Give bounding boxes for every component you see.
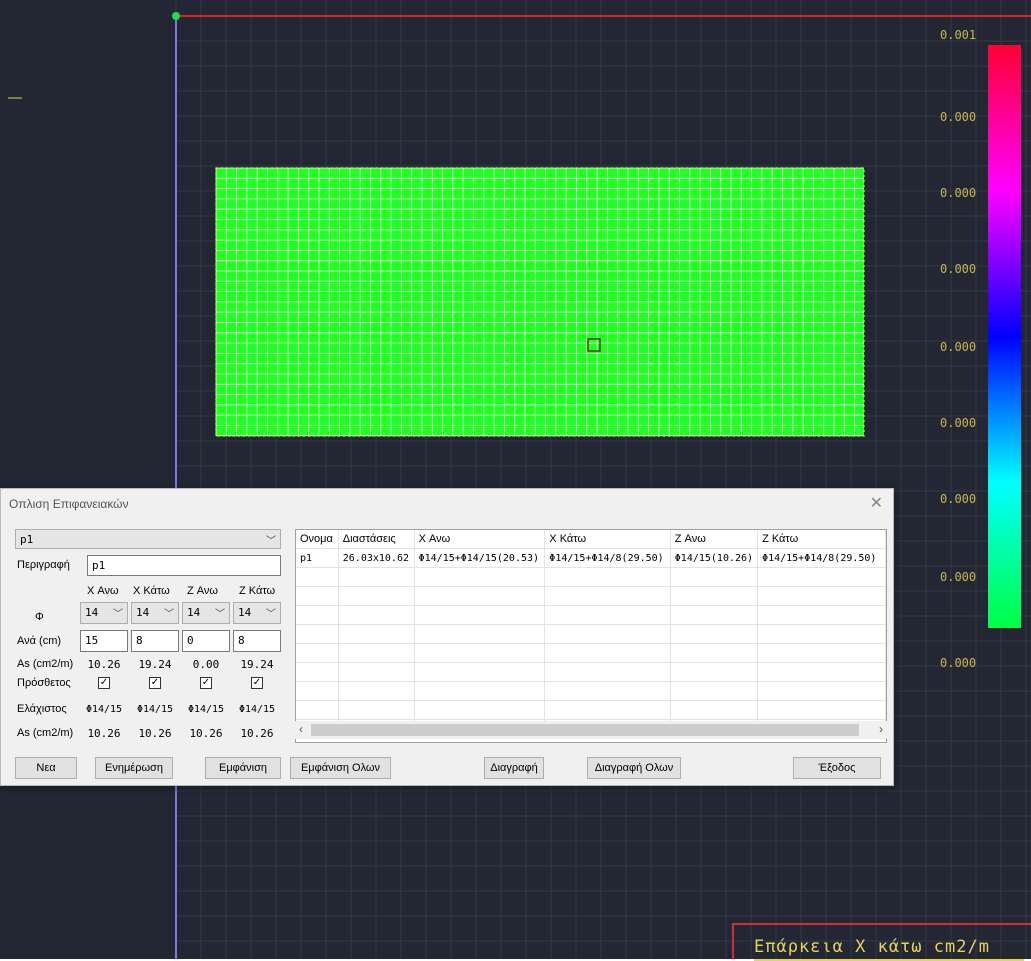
as-value-x-bottom: 19.24 bbox=[138, 658, 172, 671]
additional-checkbox-x-bottom[interactable]: ✓ bbox=[149, 677, 161, 689]
chevron-down-icon: ﹀ bbox=[164, 609, 174, 620]
new-button[interactable]: Νεα bbox=[15, 757, 77, 779]
table-header[interactable]: X Ανω bbox=[414, 530, 546, 549]
legend-label: 0.000 bbox=[940, 340, 977, 354]
table-row bbox=[296, 681, 886, 701]
legend-label: 0.000 bbox=[940, 656, 977, 670]
surface-reinforcement-dialog[interactable]: Οπλιση Επιφανειακών ✕ p1 ﹀ Περιγραφή p1 … bbox=[0, 488, 894, 786]
as-min-value-z-top: 10.26 bbox=[189, 727, 223, 740]
chevron-down-icon: ﹀ bbox=[266, 536, 276, 547]
table-row bbox=[296, 624, 886, 644]
additional-label: Πρόσθετος bbox=[17, 677, 71, 689]
spacing-label: Ανά (cm) bbox=[17, 635, 62, 647]
legend-label: 0.000 bbox=[940, 570, 977, 584]
as-min-label: As (cm2/m) bbox=[17, 727, 74, 739]
scroll-right-icon[interactable]: › bbox=[879, 722, 883, 736]
phi-select-z-bottom[interactable]: 14 ﹀ bbox=[233, 602, 281, 624]
additional-checkbox-z-bottom[interactable]: ✓ bbox=[251, 677, 263, 689]
result-caption: Επάρκεια X κάτω cm2/m bbox=[754, 937, 990, 957]
as-min-value-x-top: 10.26 bbox=[87, 727, 121, 740]
surface-mesh[interactable] bbox=[215, 167, 865, 437]
phi-value: 14 bbox=[136, 606, 150, 619]
close-icon[interactable]: ✕ bbox=[870, 493, 883, 513]
legend-label: 0.000 bbox=[940, 492, 977, 506]
legend-label: 0.000 bbox=[940, 262, 977, 276]
phi-select-x-top[interactable]: 14 ﹀ bbox=[80, 602, 128, 624]
table-cell: 26.03x10.62 bbox=[338, 548, 415, 568]
col-header-x-top: X Ανω bbox=[87, 585, 119, 597]
as-min-value-x-bottom: 10.26 bbox=[138, 727, 172, 740]
legend-label: 0.000 bbox=[940, 110, 977, 124]
spacing-input-x-top[interactable]: 15 bbox=[80, 630, 128, 652]
spacing-input-z-top[interactable]: 0 bbox=[182, 630, 230, 652]
additional-checkbox-x-top[interactable]: ✓ bbox=[98, 677, 110, 689]
phi-label: Φ bbox=[35, 611, 44, 623]
update-button[interactable]: Ενημέρωση bbox=[95, 757, 173, 779]
phi-value: 14 bbox=[187, 606, 201, 619]
delete-button[interactable]: Διαγραφή bbox=[484, 757, 544, 779]
as-value-z-top: 0.00 bbox=[192, 658, 220, 671]
chevron-down-icon: ﹀ bbox=[113, 609, 123, 620]
spacing-input-z-bottom[interactable]: 8 bbox=[233, 630, 281, 652]
phi-select-x-bottom[interactable]: 14 ﹀ bbox=[131, 602, 179, 624]
surface-selector-value: p1 bbox=[20, 533, 34, 546]
table-row bbox=[296, 700, 886, 720]
table-row bbox=[296, 586, 886, 606]
phi-select-z-top[interactable]: 14 ﹀ bbox=[182, 602, 230, 624]
minimum-value-x-top: Φ14/15 bbox=[85, 704, 123, 715]
description-label: Περιγραφή bbox=[17, 559, 70, 571]
minimum-label: Ελάχιστος bbox=[17, 703, 67, 715]
horizontal-scrollbar[interactable]: ‹ › bbox=[295, 721, 887, 739]
table-header[interactable]: Διαστάσεις bbox=[338, 530, 415, 549]
table-header-row: Ονομα Διαστάσεις X Ανω X Κάτω Z Ανω Z Κά… bbox=[296, 530, 886, 549]
legend-label: 0.000 bbox=[940, 416, 977, 430]
surface-selector[interactable]: p1 ﹀ bbox=[15, 529, 281, 549]
table-cell: Φ14/15(10.26) bbox=[670, 548, 759, 568]
phi-value: 14 bbox=[85, 606, 99, 619]
chevron-down-icon: ﹀ bbox=[215, 609, 225, 620]
minimum-value-x-bottom: Φ14/15 bbox=[136, 704, 174, 715]
scroll-left-icon[interactable]: ‹ bbox=[299, 722, 303, 736]
table-cell: Φ14/15+Φ14/8(29.50) bbox=[544, 548, 671, 568]
chevron-down-icon: ﹀ bbox=[266, 609, 276, 620]
as-min-value-z-bottom: 10.26 bbox=[240, 727, 274, 740]
col-header-z-top: Z Ανω bbox=[187, 585, 219, 597]
as-label: As (cm2/m) bbox=[17, 658, 74, 670]
scrollbar-thumb[interactable] bbox=[311, 724, 859, 736]
table-row bbox=[296, 662, 886, 682]
dialog-title: Οπλιση Επιφανειακών bbox=[9, 497, 129, 511]
table-row bbox=[296, 567, 886, 587]
table-header[interactable]: Z Κάτω bbox=[757, 530, 886, 549]
as-value-z-bottom: 19.24 bbox=[240, 658, 274, 671]
as-value-x-top: 10.26 bbox=[87, 658, 121, 671]
description-input[interactable]: p1 bbox=[87, 555, 281, 576]
table-row bbox=[296, 605, 886, 625]
additional-checkbox-z-top[interactable]: ✓ bbox=[200, 677, 212, 689]
minimum-value-z-top: Φ14/15 bbox=[187, 704, 225, 715]
table-row bbox=[296, 643, 886, 663]
minimum-value-z-bottom: Φ14/15 bbox=[238, 704, 276, 715]
surfaces-table[interactable]: Ονομα Διαστάσεις X Ανω X Κάτω Z Ανω Z Κά… bbox=[295, 529, 887, 743]
drawing-canvas[interactable] bbox=[0, 0, 1031, 959]
exit-button[interactable]: Έξοδος bbox=[793, 757, 881, 779]
delete-all-button[interactable]: Διαγραφή Ολων bbox=[587, 757, 681, 779]
legend-label: 0.000 bbox=[940, 186, 977, 200]
origin-marker bbox=[172, 12, 180, 20]
result-caption-box: Επάρκεια X κάτω cm2/m bbox=[732, 923, 1031, 961]
col-header-x-bottom: X Κάτω bbox=[133, 585, 170, 597]
legend-label: 0.001 bbox=[940, 28, 977, 42]
table-cell: Φ14/15+Φ14/8(29.50) bbox=[757, 548, 886, 568]
spacing-input-x-bottom[interactable]: 8 bbox=[131, 630, 179, 652]
table-cell: Φ14/15+Φ14/15(20.53) bbox=[414, 548, 546, 568]
show-button[interactable]: Εμφάνιση bbox=[205, 757, 281, 779]
table-cell: p1 bbox=[296, 548, 339, 568]
show-all-button[interactable]: Εμφάνιση Ολων bbox=[290, 757, 391, 779]
phi-value: 14 bbox=[238, 606, 252, 619]
table-row[interactable]: p1 26.03x10.62 Φ14/15+Φ14/15(20.53) Φ14/… bbox=[296, 548, 886, 568]
col-header-z-bottom: Z Κάτω bbox=[239, 585, 276, 597]
table-header[interactable]: X Κάτω bbox=[544, 530, 671, 549]
table-header[interactable]: Z Ανω bbox=[670, 530, 759, 549]
table-header[interactable]: Ονομα bbox=[296, 530, 339, 549]
color-legend-bar bbox=[988, 45, 1021, 628]
